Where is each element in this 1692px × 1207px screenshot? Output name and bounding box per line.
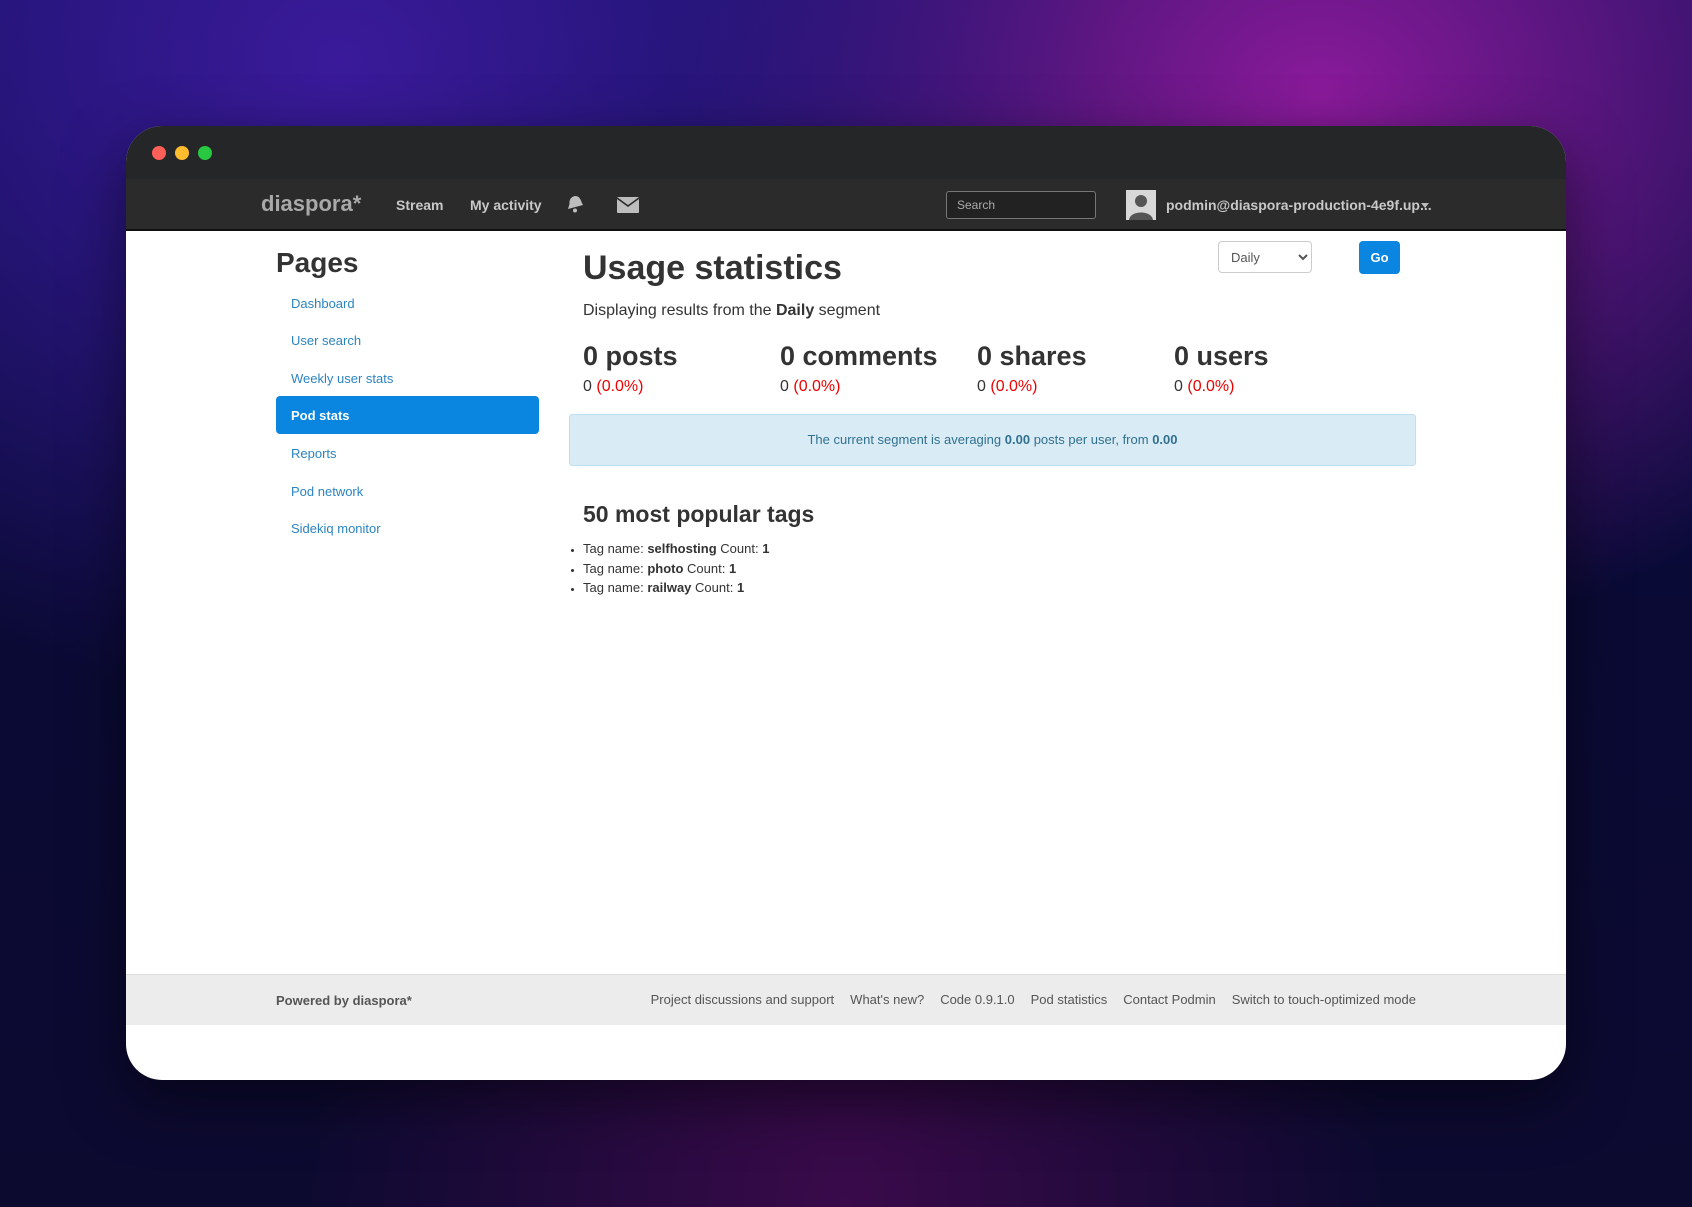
subtitle-suffix: segment: [818, 302, 881, 319]
tag-count: 1: [736, 580, 745, 595]
notifications-bell-icon[interactable]: [566, 194, 586, 214]
segment-subtitle: Displaying results from the Daily segmen…: [583, 302, 880, 320]
list-item: Tag name: photo Count: 1: [583, 559, 769, 579]
top-navbar: diaspora* Stream My activity podmin@dias…: [126, 179, 1566, 231]
page-title: Usage statistics: [583, 249, 842, 287]
title-bar: [126, 126, 1566, 179]
stat-count: 0: [583, 378, 592, 395]
close-window-button[interactable]: [152, 146, 166, 160]
stat-shares-total: 0 shares: [977, 341, 1087, 371]
sidebar-item-reports[interactable]: Reports: [276, 434, 539, 472]
footer-link-code-version[interactable]: Code 0.9.1.0: [940, 992, 1014, 1007]
tag-count-label: Count:: [720, 541, 759, 556]
footer-powered-by[interactable]: Powered by diaspora*: [276, 993, 412, 1008]
stat-percentage: (0.0%): [793, 378, 841, 395]
sidebar-item-user-search[interactable]: User search: [276, 321, 539, 359]
sidebar-title: Pages: [276, 247, 359, 278]
alert-average: 0.00: [1004, 432, 1031, 447]
stat-comments-total: 0 comments: [780, 341, 938, 371]
alert-prefix: The current segment is averaging: [807, 432, 1002, 447]
stat-comments-change: 0 (0.0%): [780, 378, 980, 396]
tag-name: photo: [647, 560, 684, 576]
stat-shares-change: 0 (0.0%): [977, 378, 1177, 396]
browser-window: diaspora* Stream My activity podmin@dias…: [126, 126, 1566, 1080]
sidebar-item-weekly-user-stats[interactable]: Weekly user stats: [276, 359, 539, 397]
tag-count: 1: [728, 560, 737, 576]
tag-name: selfhosting: [647, 541, 717, 556]
tag-name-label: Tag name:: [583, 580, 644, 595]
tag-count: 1: [762, 541, 770, 556]
footer-link-contact-podmin[interactable]: Contact Podmin: [1123, 992, 1216, 1007]
tag-name-label: Tag name:: [583, 560, 644, 576]
footer-link-pod-statistics[interactable]: Pod statistics: [1031, 992, 1108, 1007]
sidebar-item-sidekiq-monitor[interactable]: Sidekiq monitor: [276, 509, 539, 547]
user-menu-name[interactable]: podmin@diaspora-production-4e9f.up...: [1166, 197, 1432, 213]
chevron-down-icon[interactable]: [1421, 203, 1429, 208]
footer-link-discussions[interactable]: Project discussions and support: [651, 992, 835, 1007]
list-item: Tag name: railway Count: 1: [583, 578, 769, 598]
stat-posts-change: 0 (0.0%): [583, 378, 783, 396]
nav-stream-link[interactable]: Stream: [396, 197, 443, 213]
footer-link-touch-mode[interactable]: Switch to touch-optimized mode: [1232, 992, 1416, 1007]
stat-posts: 0 posts 0 (0.0%): [583, 341, 783, 396]
segment-select[interactable]: Daily: [1218, 241, 1312, 273]
sidebar-item-pod-stats[interactable]: Pod stats: [276, 396, 539, 434]
user-avatar[interactable]: [1126, 190, 1156, 220]
stat-percentage: (0.0%): [1187, 378, 1235, 395]
list-item: Tag name: selfhosting Count: 1: [583, 539, 769, 559]
stat-users-change: 0 (0.0%): [1174, 378, 1374, 396]
stat-count: 0: [780, 378, 789, 395]
footer-links: Project discussions and support What's n…: [651, 992, 1416, 1007]
sidebar-item-dashboard[interactable]: Dashboard: [276, 284, 539, 322]
tag-count-label: Count:: [695, 580, 734, 595]
stat-percentage: (0.0%): [990, 378, 1038, 395]
stat-count: 0: [977, 378, 986, 395]
stat-count: 0: [1174, 378, 1183, 395]
stat-comments: 0 comments 0 (0.0%): [780, 341, 980, 396]
alert-middle: posts per user, from: [1033, 432, 1149, 447]
stat-percentage: (0.0%): [596, 378, 644, 395]
tag-name-label: Tag name:: [583, 541, 644, 556]
popular-tags-list: Tag name: selfhosting Count: 1 Tag name:…: [583, 539, 769, 598]
page-footer: Powered by diaspora* Project discussions…: [126, 974, 1566, 1025]
avatar-silhouette-icon: [1126, 190, 1156, 220]
search-input[interactable]: [946, 191, 1096, 219]
alert-from: 0.00: [1152, 432, 1178, 447]
tag-count-label: Count:: [687, 560, 726, 576]
minimize-window-button[interactable]: [175, 146, 189, 160]
sidebar-item-pod-network[interactable]: Pod network: [276, 472, 539, 510]
go-button[interactable]: Go: [1359, 241, 1400, 274]
page-content: Pages Dashboard User search Weekly user …: [126, 231, 1566, 1025]
popular-tags-title: 50 most popular tags: [583, 501, 815, 527]
tag-name: railway: [647, 580, 692, 595]
stat-users-total: 0 users: [1174, 341, 1269, 371]
stat-posts-total: 0 posts: [583, 341, 678, 371]
brand-logo[interactable]: diaspora*: [261, 191, 361, 217]
averaging-alert: The current segment is averaging 0.00 po…: [569, 414, 1416, 466]
footer-link-whats-new[interactable]: What's new?: [850, 992, 924, 1007]
subtitle-prefix: Displaying results from the: [583, 302, 772, 319]
stat-shares: 0 shares 0 (0.0%): [977, 341, 1177, 396]
maximize-window-button[interactable]: [198, 146, 212, 160]
conversations-mail-icon[interactable]: [617, 197, 639, 213]
stat-users: 0 users 0 (0.0%): [1174, 341, 1374, 396]
subtitle-segment: Daily: [775, 302, 815, 319]
nav-my-activity-link[interactable]: My activity: [470, 197, 542, 213]
